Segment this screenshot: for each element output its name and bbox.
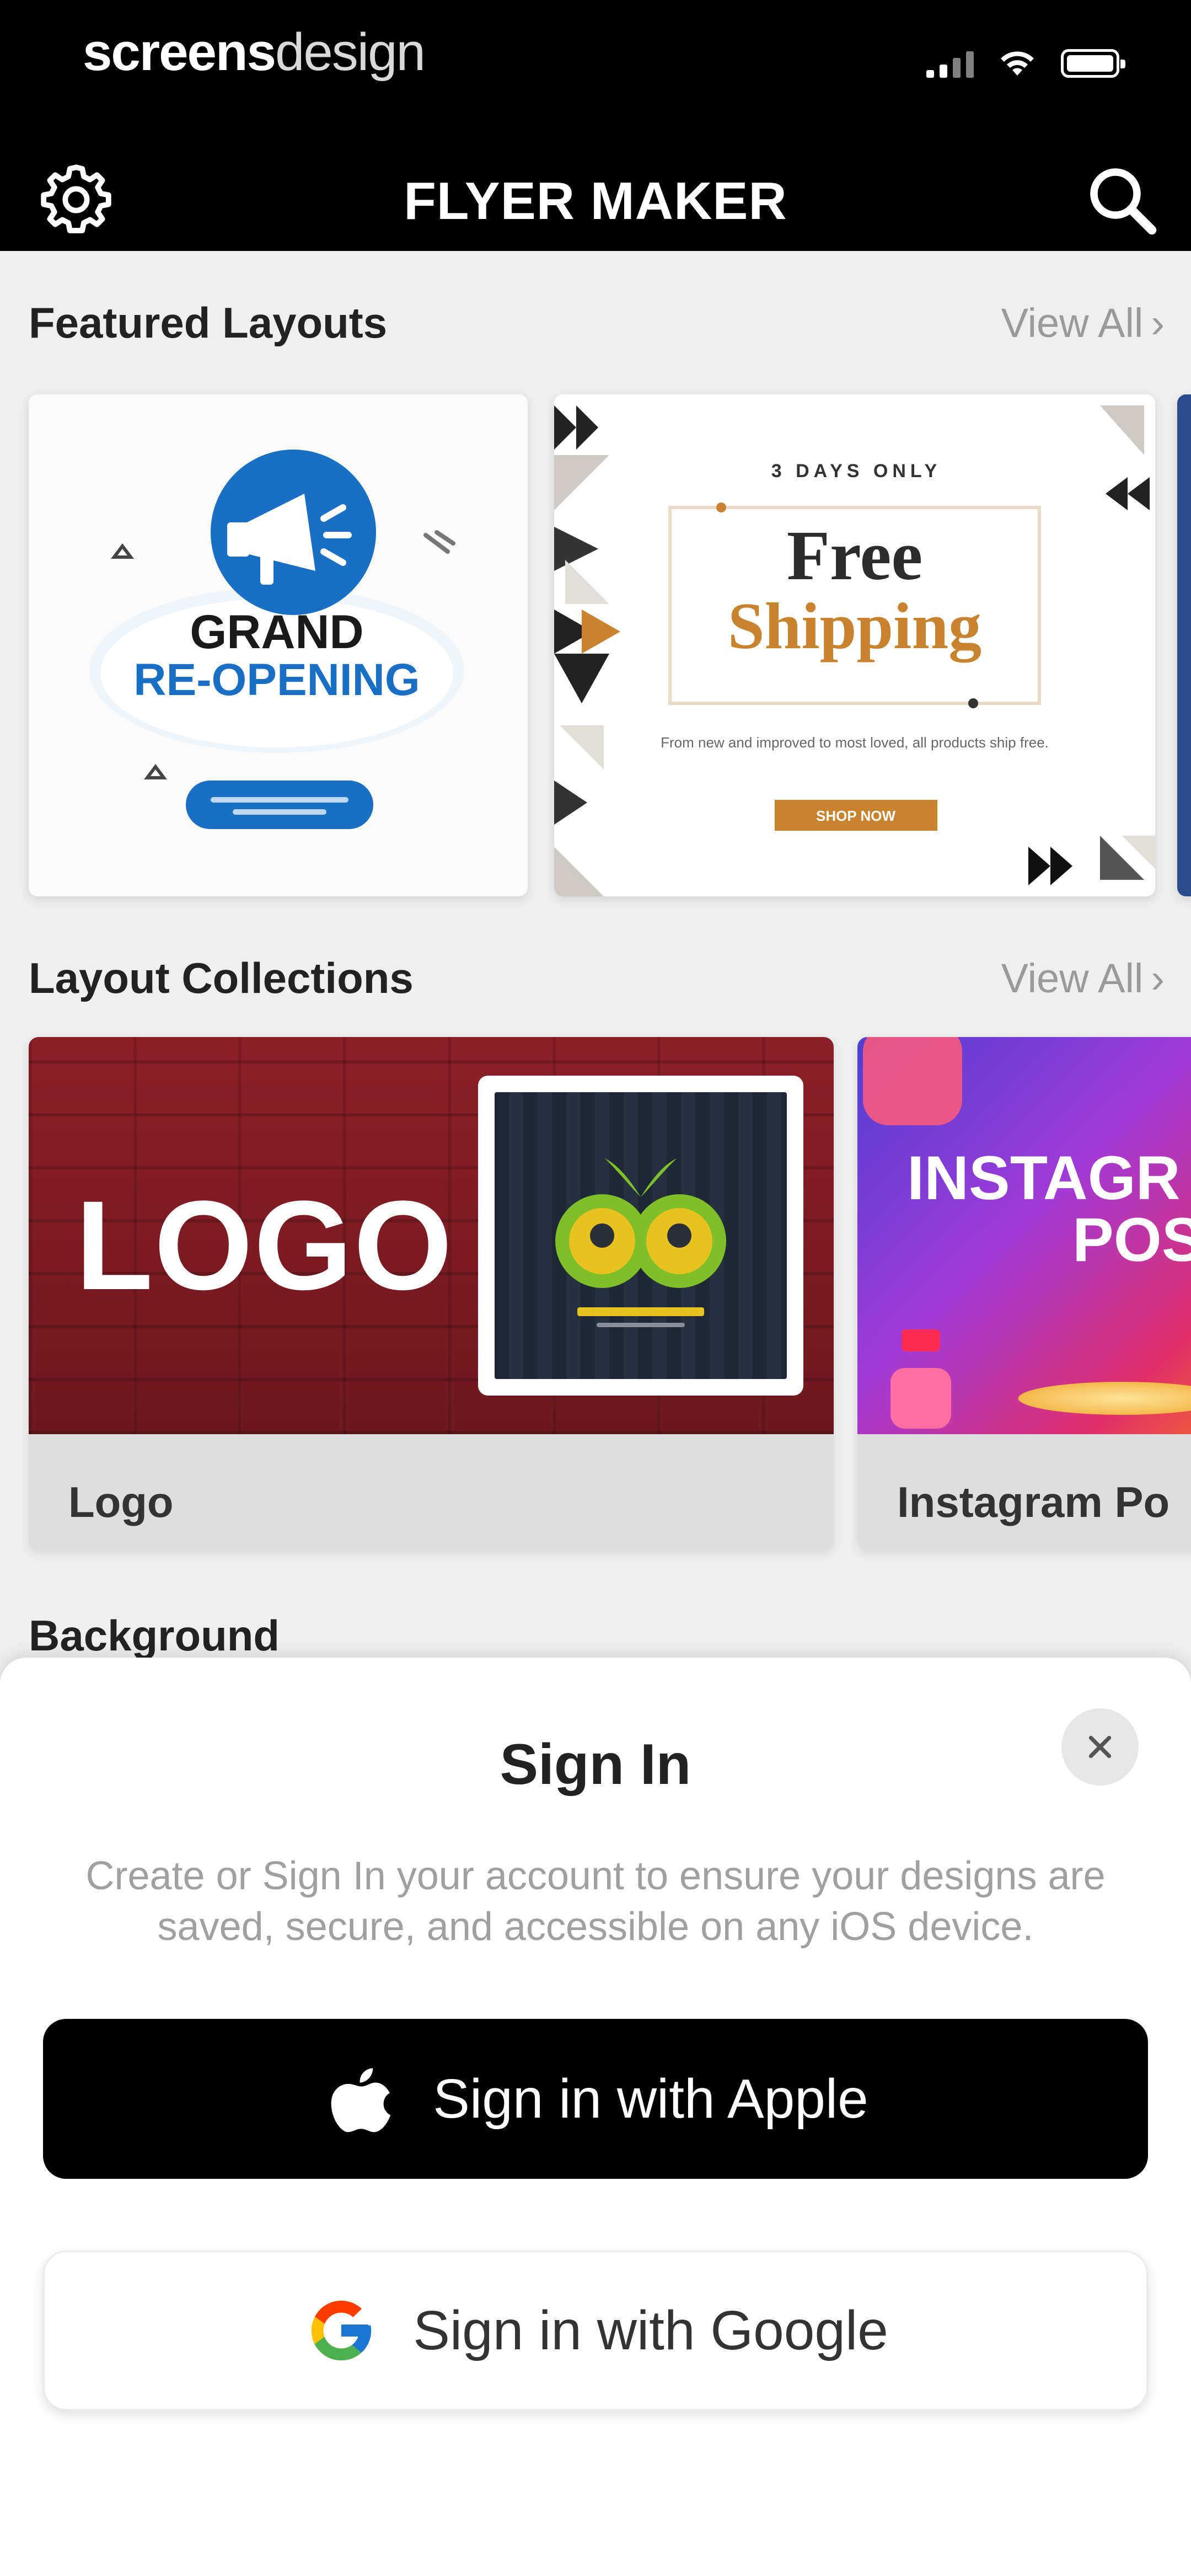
- brand-bold: screens: [83, 23, 276, 82]
- brand-light: design: [275, 23, 426, 82]
- apple-icon: [331, 2068, 391, 2133]
- signin-sheet: Sign In Create or Sign In your account t…: [0, 1658, 1191, 2576]
- instagram-image-line1: INSTAGR: [907, 1143, 1181, 1212]
- app-title: FLYER MAKER: [404, 172, 787, 231]
- collections-header: Layout Collections View All ›: [29, 953, 1165, 1003]
- collection-card-instagram[interactable]: INSTAGR POST Instagram Po: [857, 1037, 1191, 1550]
- free-text: Free: [787, 516, 922, 595]
- featured-view-all-link[interactable]: View All ›: [1001, 300, 1165, 346]
- background-section-title: Background: [29, 1611, 280, 1660]
- collection-label-instagram: Instagram Po: [857, 1434, 1191, 1550]
- reopening-text: RE-OPENING: [133, 655, 420, 705]
- instagram-image-text: INSTAGR POST: [907, 1147, 1191, 1271]
- chevron-right-icon: ›: [1151, 300, 1165, 346]
- featured-header: Featured Layouts View All ›: [29, 298, 1165, 348]
- grand-reopening-artwork: GRAND RE-OPENING: [89, 450, 464, 829]
- collection-card-logo[interactable]: LOGO Logo: [29, 1037, 834, 1550]
- featured-card-grand-reopening[interactable]: GRAND RE-OPENING: [29, 394, 528, 896]
- featured-card-partial[interactable]: [1177, 394, 1191, 896]
- view-all-label: View All: [1001, 955, 1144, 1001]
- signin-title: Sign In: [500, 1733, 691, 1797]
- shop-now-text: SHOP NOW: [816, 808, 895, 824]
- app-screen: screensdesign FLYER MAKER Featured Layou…: [0, 0, 1191, 2576]
- free-shipping-artwork: 3 DAYS ONLY Free Shipping From new and i…: [554, 405, 1155, 896]
- brand-watermark: screensdesign: [83, 22, 426, 83]
- apple-button-label: Sign in with Apple: [433, 2067, 868, 2130]
- grand-text: GRAND: [190, 606, 363, 659]
- collections-title: Layout Collections: [29, 954, 414, 1002]
- close-icon: [1088, 1735, 1112, 1759]
- featured-card-free-shipping[interactable]: 3 DAYS ONLY Free Shipping From new and i…: [554, 394, 1155, 896]
- instagram-logo-icon: [863, 1037, 962, 1125]
- google-icon: [312, 2300, 372, 2361]
- close-button[interactable]: [1061, 1708, 1139, 1786]
- logo-image-text: LOGO: [76, 1174, 454, 1316]
- sign-in-with-apple-button[interactable]: Sign in with Apple: [43, 2019, 1148, 2179]
- instagram-collection-image: INSTAGR POST: [857, 1037, 1191, 1434]
- logo-sample-frame: [478, 1076, 803, 1396]
- coins-decoration: [1001, 1379, 1191, 1418]
- featured-title: Featured Layouts: [29, 298, 388, 347]
- top-nav-bar: FLYER MAKER: [0, 132, 1191, 251]
- youtube-icon: [902, 1329, 940, 1351]
- sample-logo-icon: [555, 1158, 726, 1327]
- status-bar: screensdesign: [0, 0, 1191, 132]
- logo-collection-image: LOGO: [29, 1037, 834, 1434]
- camera-icon: [890, 1368, 951, 1429]
- collection-label-logo: Logo: [29, 1434, 834, 1550]
- signin-description: Create or Sign In your account to ensure…: [85, 1854, 1106, 1949]
- search-icon[interactable]: [1081, 159, 1163, 242]
- instagram-image-line2: POST: [1072, 1205, 1191, 1274]
- shipping-text: Shipping: [728, 589, 981, 663]
- signal-icon: [926, 48, 974, 78]
- shipping-subtitle: From new and improved to most loved, all…: [661, 734, 1049, 751]
- google-button-label: Sign in with Google: [413, 2299, 888, 2361]
- days-only-tag: 3 DAYS ONLY: [771, 461, 941, 482]
- battery-icon: [1061, 49, 1125, 78]
- status-icons: [926, 47, 1125, 78]
- collections-view-all-link[interactable]: View All ›: [1001, 955, 1165, 1002]
- sign-in-with-google-button[interactable]: Sign in with Google: [43, 2251, 1148, 2411]
- view-all-label: View All: [1001, 300, 1144, 346]
- wifi-icon: [1001, 51, 1034, 76]
- chevron-right-icon: ›: [1151, 955, 1165, 1001]
